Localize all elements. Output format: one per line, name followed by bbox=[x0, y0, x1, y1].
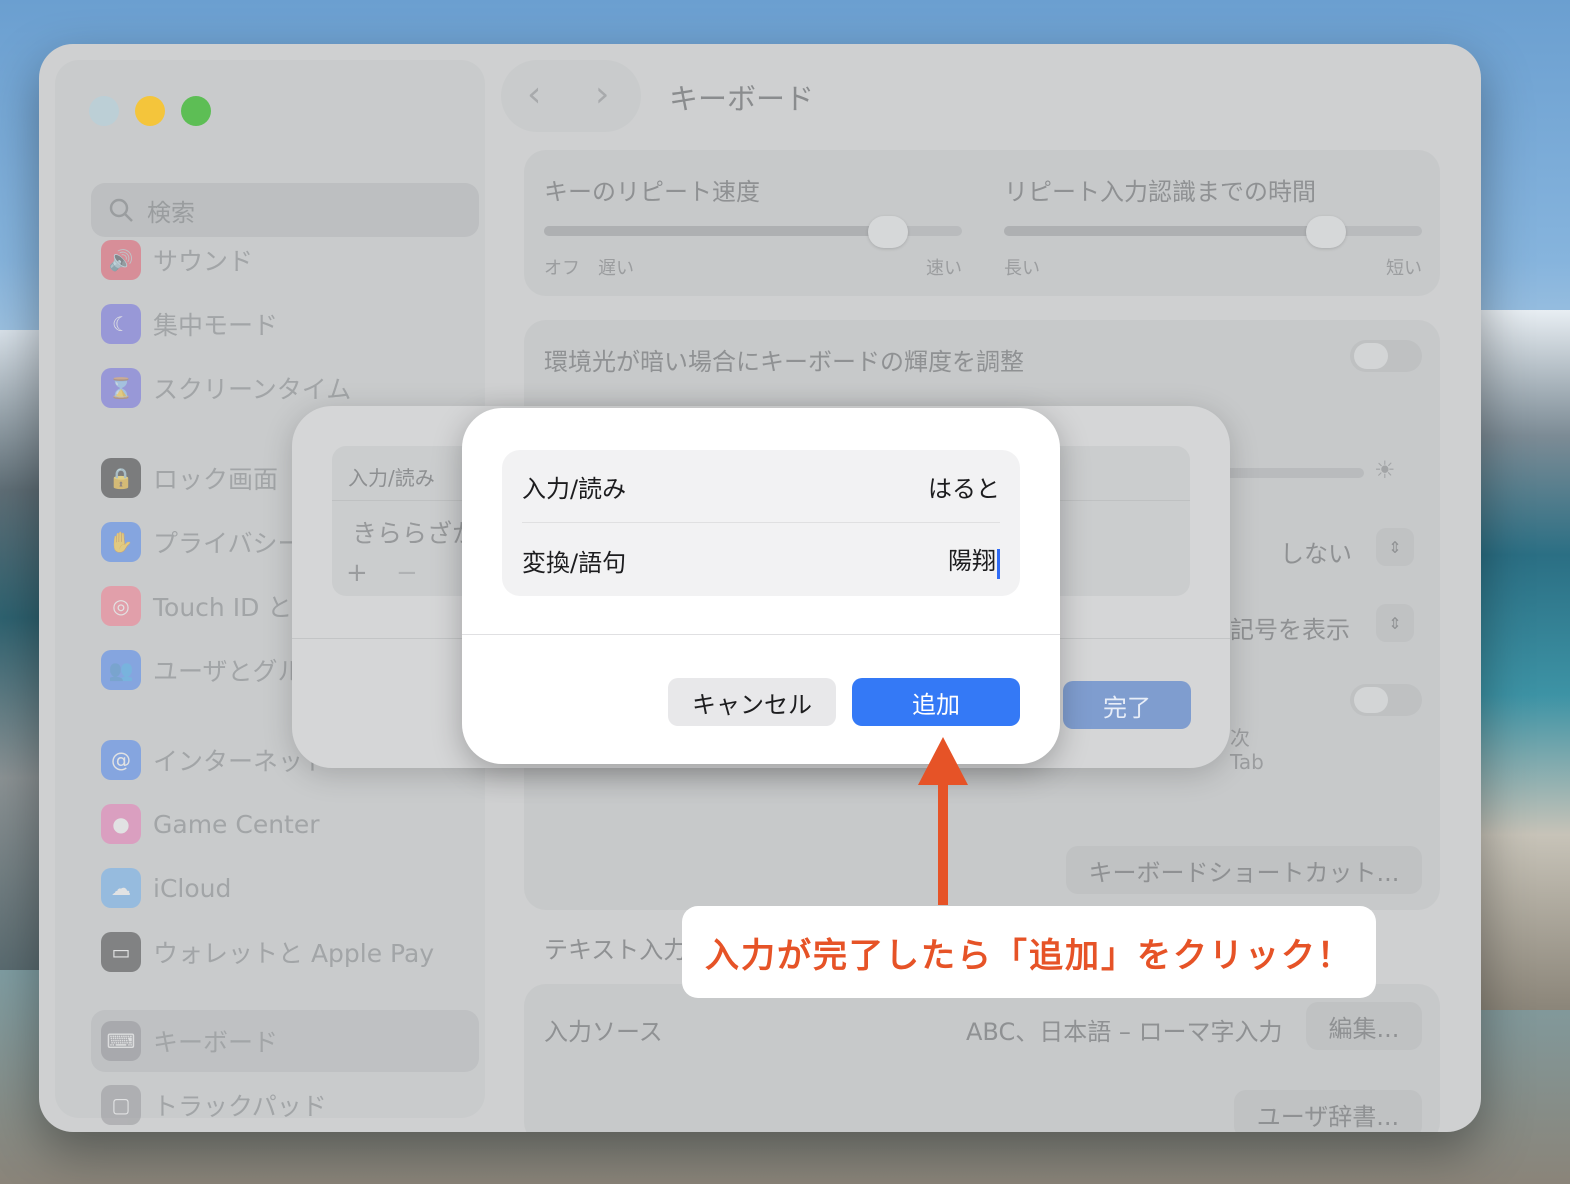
user-dictionary-button[interactable]: ユーザ辞書... bbox=[1234, 1090, 1422, 1132]
hand-icon: ✋ bbox=[101, 522, 141, 562]
add-entry-dialog: 入力/読み はると 変換/語句 陽翔 キャンセル 追加 bbox=[462, 408, 1060, 764]
tab-hint-2: Tab bbox=[1230, 750, 1264, 774]
keyboard-navigation-toggle[interactable] bbox=[1350, 684, 1422, 716]
annotation-arrow-icon bbox=[918, 737, 968, 905]
sidebar-item-trackpad[interactable]: ▢ トラックパッド bbox=[101, 1083, 327, 1127]
fingerprint-icon: ◎ bbox=[101, 586, 141, 626]
remove-entry-button[interactable]: − bbox=[396, 558, 418, 588]
popup1-chevron-icon[interactable]: ⇕ bbox=[1376, 528, 1414, 566]
entry-form: 入力/読み はると 変換/語句 陽翔 bbox=[502, 450, 1020, 596]
repeat-speed-min-label: オフ bbox=[544, 258, 580, 279]
back-button[interactable]: ‹ bbox=[527, 74, 541, 115]
sidebar-item-label: スクリーンタイム bbox=[153, 375, 352, 404]
sidebar-item-label: ウォレットと Apple Pay bbox=[153, 939, 435, 968]
users-icon: 👥 bbox=[101, 650, 141, 690]
phrase-field[interactable]: 陽翔 bbox=[948, 547, 996, 575]
window-title: キーボード bbox=[669, 82, 815, 116]
repeat-speed-knob[interactable] bbox=[868, 216, 908, 248]
sidebar-item-internet-accounts[interactable]: @ インターネット bbox=[101, 738, 328, 782]
repeat-settings-card: キーのリピート速度 リピート入力認識までの時間 オフ 遅い 速い 長い 短い bbox=[524, 150, 1440, 296]
navigation-buttons: ‹ › bbox=[501, 60, 641, 132]
reading-row[interactable]: 入力/読み はると bbox=[522, 450, 1000, 523]
keyboard-icon: ⌨ bbox=[101, 1021, 141, 1061]
text-cursor bbox=[997, 549, 1000, 580]
repeat-speed-fill bbox=[544, 226, 884, 236]
sidebar-item-label: サウンド bbox=[153, 247, 254, 276]
sidebar-item-sound[interactable]: 🔊 サウンド bbox=[101, 238, 253, 282]
moon-icon: ☾ bbox=[101, 304, 141, 344]
popup2-value[interactable]: 記号を表示 bbox=[1230, 610, 1350, 645]
input-sources-label: 入力ソース bbox=[544, 1018, 663, 1046]
reading-label: 入力/読み bbox=[522, 474, 627, 503]
repeat-speed-label: キーのリピート速度 bbox=[544, 178, 760, 206]
phrase-field-wrap[interactable]: 陽翔 bbox=[948, 541, 1000, 580]
sidebar-item-label: iCloud bbox=[153, 873, 232, 903]
sidebar-item-keyboard[interactable]: ⌨ キーボード bbox=[101, 1019, 278, 1063]
hourglass-icon: ⌛ bbox=[101, 368, 141, 408]
annotation-callout: 入力が完了したら「追加」をクリック！ bbox=[682, 906, 1376, 998]
phrase-row[interactable]: 変換/語句 陽翔 bbox=[522, 524, 1000, 596]
forward-button[interactable]: › bbox=[595, 74, 609, 115]
zoom-button[interactable] bbox=[181, 96, 211, 126]
search-placeholder: 検索 bbox=[147, 198, 195, 227]
sidebar-item-game-center[interactable]: ● Game Center bbox=[101, 802, 320, 846]
phrase-label: 変換/語句 bbox=[522, 548, 627, 577]
wallet-icon: ▭ bbox=[101, 932, 141, 972]
text-input-card: 入力ソース ABC、日本語 – ローマ字入力 編集... ユーザ辞書... bbox=[524, 984, 1440, 1132]
repeat-delay-knob[interactable] bbox=[1306, 216, 1346, 248]
dialog-divider bbox=[462, 634, 1060, 635]
popup2-chevron-icon[interactable]: ⇕ bbox=[1376, 604, 1414, 642]
at-icon: @ bbox=[101, 740, 141, 780]
reading-field[interactable]: はると bbox=[928, 469, 1000, 504]
add-button[interactable]: 追加 bbox=[852, 678, 1020, 726]
repeat-delay-label: リピート入力認識までの時間 bbox=[1004, 178, 1316, 206]
popup1-value[interactable]: しない bbox=[1280, 534, 1352, 569]
search-field[interactable]: 検索 bbox=[91, 183, 479, 237]
text-input-heading: テキスト入力 bbox=[544, 936, 688, 964]
sidebar-item-wallet[interactable]: ▭ ウォレットと Apple Pay bbox=[101, 930, 434, 974]
sidebar-item-lock-screen[interactable]: 🔒 ロック画面 bbox=[101, 456, 278, 500]
repeat-delay-fill bbox=[1004, 226, 1324, 236]
sidebar-item-screen-time[interactable]: ⌛ スクリーンタイム bbox=[101, 366, 351, 410]
annotation-text: 入力が完了したら「追加」をクリック！ bbox=[705, 935, 1353, 976]
keyboard-shortcuts-button[interactable]: キーボードショートカット... bbox=[1066, 846, 1422, 894]
cancel-button[interactable]: キャンセル bbox=[668, 678, 836, 726]
cloud-icon: ☁ bbox=[101, 868, 141, 908]
sidebar-item-label: Game Center bbox=[153, 809, 320, 839]
input-sources-value: ABC、日本語 – ローマ字入力 bbox=[966, 1018, 1283, 1046]
lock-icon: 🔒 bbox=[101, 458, 141, 498]
trackpad-icon: ▢ bbox=[101, 1085, 141, 1125]
table-row[interactable]: きららざか bbox=[352, 514, 477, 550]
ambient-light-toggle[interactable] bbox=[1350, 340, 1422, 372]
repeat-speed-slow-label: 遅い bbox=[598, 258, 634, 279]
sidebar-item-label: キーボード bbox=[153, 1028, 279, 1057]
column-header-reading: 入力/読み bbox=[348, 466, 435, 490]
sidebar-item-touch-id[interactable]: ◎ Touch ID とパ bbox=[101, 584, 317, 628]
edit-input-sources-button[interactable]: 編集... bbox=[1306, 1002, 1422, 1050]
sidebar-item-label: トラックパッド bbox=[153, 1092, 327, 1121]
brightness-icon: ☀ bbox=[1374, 456, 1396, 484]
ambient-light-label: 環境光が暗い場合にキーボードの輝度を調整 bbox=[544, 348, 1024, 376]
tab-hint-1: 次 bbox=[1230, 726, 1250, 750]
desktop-background-right bbox=[1470, 310, 1570, 1010]
sidebar-item-focus[interactable]: ☾ 集中モード bbox=[101, 302, 278, 346]
game-center-icon: ● bbox=[101, 804, 141, 844]
sidebar-item-icloud[interactable]: ☁ iCloud bbox=[101, 866, 231, 910]
speaker-icon: 🔊 bbox=[101, 240, 141, 280]
done-button[interactable]: 完了 bbox=[1063, 681, 1191, 729]
repeat-delay-max-label: 短い bbox=[1386, 258, 1422, 279]
repeat-speed-max-label: 速い bbox=[926, 258, 962, 279]
minimize-button[interactable] bbox=[135, 96, 165, 126]
repeat-delay-min-label: 長い bbox=[1004, 258, 1040, 279]
sidebar-item-label: ロック画面 bbox=[153, 465, 279, 494]
close-button[interactable] bbox=[89, 96, 119, 126]
search-icon bbox=[107, 196, 135, 224]
add-entry-button[interactable]: + bbox=[346, 558, 368, 588]
sidebar-item-label: 集中モード bbox=[153, 311, 279, 340]
